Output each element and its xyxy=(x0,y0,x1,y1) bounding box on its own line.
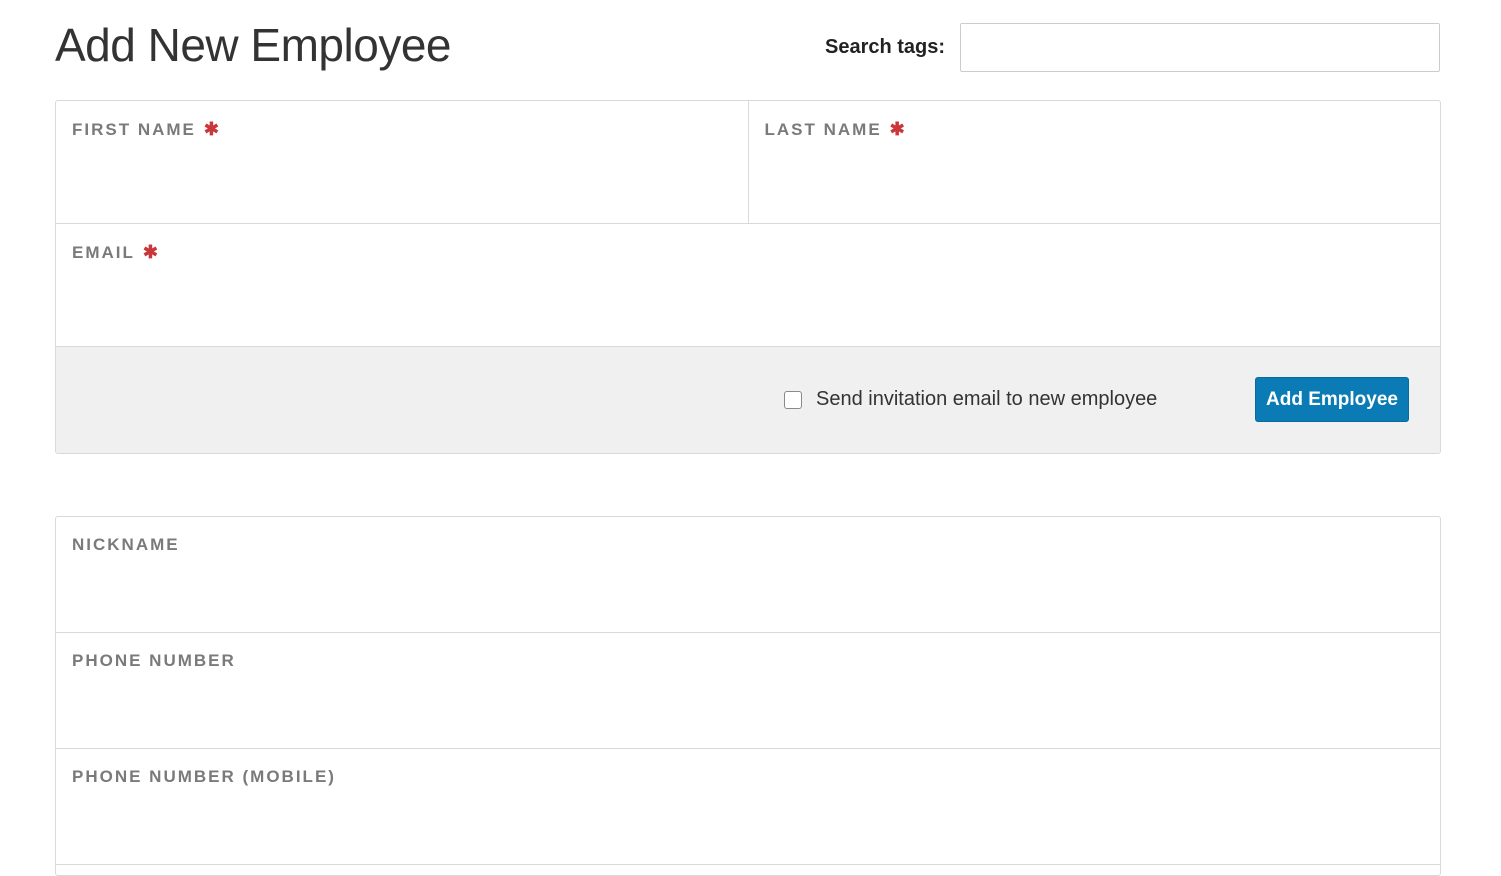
first-name-input[interactable] xyxy=(72,151,732,207)
form-footer: Send invitation email to new employee Ad… xyxy=(56,347,1440,453)
add-employee-button[interactable]: Add Employee xyxy=(1255,377,1409,422)
first-name-field[interactable]: FIRST NAME ✱ xyxy=(56,101,748,223)
email-field[interactable]: EMAIL ✱ xyxy=(56,224,1440,346)
name-row: FIRST NAME ✱ LAST NAME ✱ xyxy=(56,101,1440,224)
nickname-input[interactable] xyxy=(72,567,1424,616)
phone-mobile-field[interactable]: PHONE NUMBER (MOBILE) xyxy=(56,749,1440,864)
last-name-input[interactable] xyxy=(764,151,1424,207)
send-invitation-label[interactable]: Send invitation email to new employee xyxy=(816,388,1157,411)
additional-details-card: NICKNAME PHONE NUMBER PHONE NUMBER (MOBI… xyxy=(55,516,1441,876)
last-name-label: LAST NAME ✱ xyxy=(764,119,907,139)
phone-row: PHONE NUMBER xyxy=(56,633,1440,749)
email-input[interactable] xyxy=(72,274,1424,330)
phone-number-input[interactable] xyxy=(72,683,1424,732)
employee-form-card: FIRST NAME ✱ LAST NAME ✱ EMAIL ✱ Send invit… xyxy=(55,100,1441,454)
email-label: EMAIL ✱ xyxy=(72,242,160,262)
phone-mobile-input[interactable] xyxy=(72,799,1424,848)
phone-mobile-label: PHONE NUMBER (MOBILE) xyxy=(72,767,336,786)
required-asterisk-icon: ✱ xyxy=(203,119,221,139)
required-asterisk-icon: ✱ xyxy=(142,242,160,262)
phone-mobile-row: PHONE NUMBER (MOBILE) xyxy=(56,749,1440,865)
nickname-field[interactable]: NICKNAME xyxy=(56,517,1440,632)
email-row: EMAIL ✱ xyxy=(56,224,1440,347)
nickname-row: NICKNAME xyxy=(56,517,1440,633)
last-name-field[interactable]: LAST NAME ✱ xyxy=(747,101,1441,223)
search-tags-input[interactable] xyxy=(960,23,1440,72)
search-tags-label: Search tags: xyxy=(825,36,946,58)
required-asterisk-icon: ✱ xyxy=(889,119,907,139)
send-invitation-checkbox[interactable] xyxy=(784,391,802,409)
page-title: Add New Employee xyxy=(55,19,451,71)
nickname-label: NICKNAME xyxy=(72,535,180,554)
first-name-label: FIRST NAME ✱ xyxy=(72,119,221,139)
phone-number-field[interactable]: PHONE NUMBER xyxy=(56,633,1440,748)
phone-number-label: PHONE NUMBER xyxy=(72,651,236,670)
